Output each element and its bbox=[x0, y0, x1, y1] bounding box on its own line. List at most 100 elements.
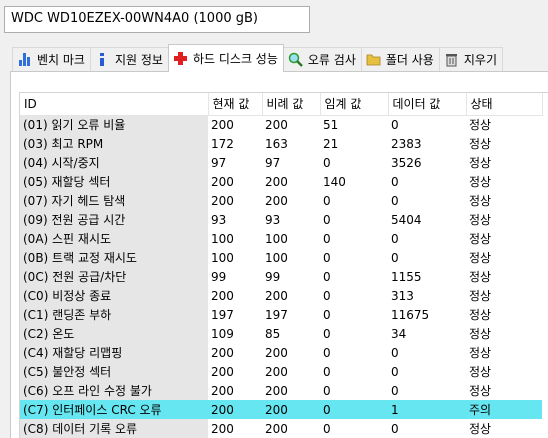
current-value-cell: 200 bbox=[211, 288, 234, 303]
worst-value-cell: 197 bbox=[265, 307, 288, 322]
current-value-cell: 109 bbox=[211, 326, 234, 341]
trash-icon bbox=[444, 52, 459, 67]
table-header-row: ID 현재 값 비례 값 임계 값 데이터 값 상태 bbox=[20, 93, 543, 116]
column-header-current[interactable]: 현재 값 bbox=[208, 93, 263, 116]
tab-benchmark[interactable]: 벤치 마크 bbox=[12, 47, 91, 71]
table-row[interactable]: (09) 전원 공급 시간 93 93 0 5404 정상 bbox=[20, 210, 542, 229]
table-row[interactable]: (0A) 스핀 재시도 100 100 0 0 정상 bbox=[20, 229, 542, 248]
data-value-cell: 3526 bbox=[391, 155, 422, 170]
tab-magnifier[interactable]: 오류 검사 bbox=[282, 47, 362, 71]
attribute-id-cell: (0B) 트랙 교정 재시도 bbox=[20, 248, 208, 267]
benchmark-icon bbox=[17, 52, 32, 67]
table-row[interactable]: (C4) 재할당 리맵핑 200 200 0 0 정상 bbox=[20, 343, 542, 362]
worst-value-cell: 100 bbox=[265, 231, 288, 246]
column-header-id[interactable]: ID bbox=[20, 93, 209, 116]
table-row[interactable]: (C6) 오프 라인 수정 불가 200 200 0 0 정상 bbox=[20, 381, 542, 400]
table-row[interactable]: (07) 자기 헤드 탐색 200 200 0 0 정상 bbox=[20, 191, 542, 210]
tab-info[interactable]: 지원 정보 bbox=[89, 47, 169, 71]
table-row[interactable]: (C5) 불안정 섹터 200 200 0 0 정상 bbox=[20, 362, 542, 381]
threshold-value-cell: 0 bbox=[323, 326, 331, 341]
status-cell: 정상 bbox=[469, 289, 492, 303]
column-header-status[interactable]: 상태 bbox=[466, 93, 543, 116]
threshold-value-cell: 0 bbox=[323, 345, 331, 360]
status-cell: 정상 bbox=[469, 213, 492, 227]
data-value-cell: 11675 bbox=[391, 307, 430, 322]
worst-value-cell: 200 bbox=[265, 383, 288, 398]
attribute-id-cell: (C6) 오프 라인 수정 불가 bbox=[20, 381, 208, 400]
status-cell: 정상 bbox=[469, 232, 492, 246]
threshold-value-cell: 0 bbox=[320, 400, 388, 419]
column-header-threshold[interactable]: 임계 값 bbox=[320, 93, 389, 116]
current-value-cell: 200 bbox=[211, 364, 234, 379]
current-value-cell: 97 bbox=[211, 155, 227, 170]
data-value-cell: 2383 bbox=[391, 136, 422, 151]
current-value-cell: 200 bbox=[211, 421, 234, 436]
tab-health-cross[interactable]: 하드 디스크 성능 bbox=[167, 44, 284, 72]
current-value-cell: 200 bbox=[211, 117, 234, 132]
threshold-value-cell: 0 bbox=[323, 193, 331, 208]
tab-label: 오류 검사 bbox=[307, 53, 356, 67]
column-header-data[interactable]: 데이터 값 bbox=[388, 93, 467, 116]
status-cell: 정상 bbox=[469, 308, 492, 322]
table-row[interactable]: (C7) 인터페이스 CRC 오류 200 200 0 1 주의 bbox=[20, 400, 542, 419]
current-value-cell: 200 bbox=[211, 383, 234, 398]
current-value-cell: 200 bbox=[211, 193, 234, 208]
attribute-id-cell: (C7) 인터페이스 CRC 오류 bbox=[20, 400, 208, 419]
worst-value-cell: 163 bbox=[265, 136, 288, 151]
tab-label: 지원 정보 bbox=[114, 53, 163, 67]
data-value-cell: 5404 bbox=[391, 212, 422, 227]
worst-value-cell: 100 bbox=[265, 250, 288, 265]
data-value-cell: 0 bbox=[391, 383, 399, 398]
tab-trash[interactable]: 지우기 bbox=[438, 47, 503, 71]
current-value-cell: 93 bbox=[211, 212, 227, 227]
status-cell: 정상 bbox=[469, 156, 492, 170]
table-row[interactable]: (C1) 랜딩존 부하 197 197 0 11675 정상 bbox=[20, 305, 542, 324]
folder-icon bbox=[366, 52, 381, 67]
data-value-cell: 0 bbox=[391, 231, 399, 246]
worst-value-cell: 93 bbox=[265, 212, 281, 227]
attribute-id-cell: (C2) 온도 bbox=[20, 324, 208, 343]
table-row[interactable]: (01) 읽기 오류 비율 200 200 51 0 정상 bbox=[20, 115, 542, 134]
tab-label: 폴더 사용 bbox=[385, 53, 434, 67]
table-row[interactable]: (C2) 온도 109 85 0 34 정상 bbox=[20, 324, 542, 343]
table-row[interactable]: (C0) 비정상 종료 200 200 0 313 정상 bbox=[20, 286, 542, 305]
current-value-cell: 100 bbox=[211, 250, 234, 265]
table-row[interactable]: (C8) 데이터 기록 오류 200 200 0 0 정상 bbox=[20, 419, 542, 438]
table-row[interactable]: (03) 최고 RPM 172 163 21 2383 정상 bbox=[20, 134, 542, 153]
attribute-id-cell: (05) 재할당 섹터 bbox=[20, 172, 208, 191]
tab-label: 벤치 마크 bbox=[37, 53, 85, 67]
threshold-value-cell: 0 bbox=[323, 212, 331, 227]
threshold-value-cell: 0 bbox=[323, 250, 331, 265]
table-row[interactable]: (04) 시작/중지 97 97 0 3526 정상 bbox=[20, 153, 542, 172]
tab-folder[interactable]: 폴더 사용 bbox=[360, 47, 440, 71]
worst-value-cell: 200 bbox=[265, 364, 288, 379]
worst-value-cell: 200 bbox=[265, 117, 288, 132]
status-cell: 정상 bbox=[469, 365, 492, 379]
table-row[interactable]: (0C) 전원 공급/차단 99 99 0 1155 정상 bbox=[20, 267, 542, 286]
attribute-id-cell: (C5) 불안정 섹터 bbox=[20, 362, 208, 381]
worst-value-cell: 97 bbox=[265, 155, 281, 170]
status-cell: 정상 bbox=[469, 251, 492, 265]
threshold-value-cell: 0 bbox=[323, 231, 331, 246]
threshold-value-cell: 0 bbox=[323, 364, 331, 379]
attribute-id-cell: (03) 최고 RPM bbox=[20, 134, 208, 153]
status-cell: 정상 bbox=[469, 175, 492, 189]
threshold-value-cell: 140 bbox=[323, 174, 346, 189]
smart-attribute-list[interactable]: ID 현재 값 비례 값 임계 값 데이터 값 상태 (01) 읽기 오류 비율… bbox=[19, 92, 548, 438]
status-cell: 정상 bbox=[469, 137, 492, 151]
table-row[interactable]: (05) 재할당 섹터 200 200 140 0 정상 bbox=[20, 172, 542, 191]
column-header-worst[interactable]: 비례 값 bbox=[262, 93, 321, 116]
data-value-cell: 0 bbox=[391, 364, 399, 379]
status-cell: 정상 bbox=[469, 194, 492, 208]
threshold-value-cell: 0 bbox=[323, 421, 331, 436]
attribute-id-cell: (C8) 데이터 기록 오류 bbox=[20, 419, 208, 438]
data-value-cell: 313 bbox=[391, 288, 414, 303]
worst-value-cell: 200 bbox=[262, 400, 320, 419]
attribute-id-cell: (C0) 비정상 종료 bbox=[20, 286, 208, 305]
attribute-id-cell: (0A) 스핀 재시도 bbox=[20, 229, 208, 248]
data-value-cell: 1155 bbox=[391, 269, 422, 284]
table-row[interactable]: (0B) 트랙 교정 재시도 100 100 0 0 정상 bbox=[20, 248, 542, 267]
attribute-id-cell: (07) 자기 헤드 탐색 bbox=[20, 191, 208, 210]
drive-select[interactable]: WDC WD10EZEX-00WN4A0 (1000 gB) bbox=[4, 6, 310, 33]
data-value-cell: 0 bbox=[391, 174, 399, 189]
